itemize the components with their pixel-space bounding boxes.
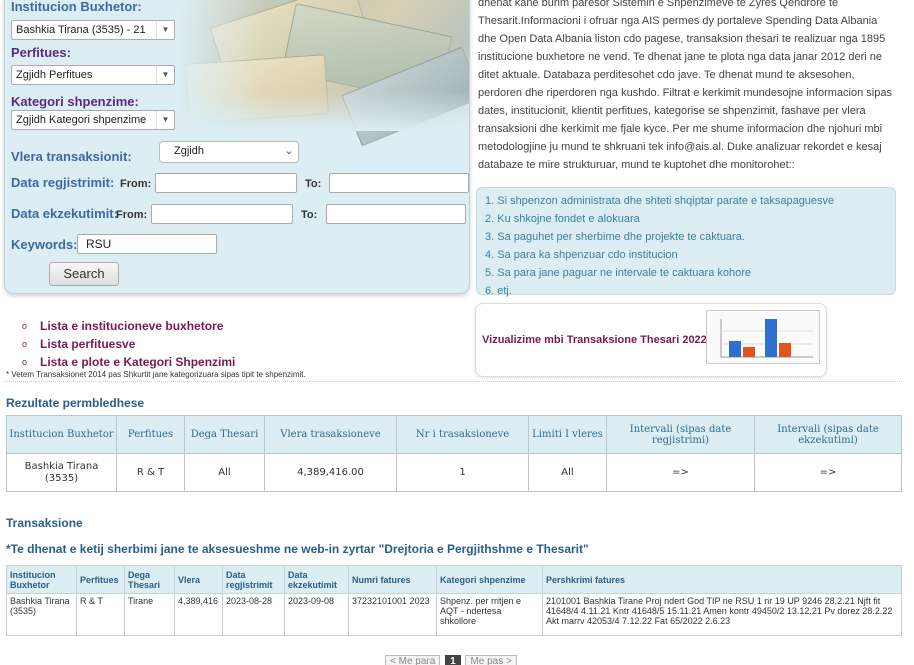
description-text: dhenat kane burim paresor Sistemin e Shp…: [478, 0, 892, 171]
institucion-select[interactable]: Bashkia Tirana (3535) - 21 ▼: [11, 20, 175, 40]
transactions-col-header: Perfitues: [76, 565, 125, 594]
search-button[interactable]: Search: [49, 262, 119, 286]
table-row: Bashkia Tirana (3535) R & T Tirane 4,389…: [6, 593, 902, 636]
institucion-select-value: Bashkia Tirana (3535) - 21: [16, 24, 146, 36]
keywords-label: Keywords:: [11, 237, 78, 252]
info-list-item: 6. etj.: [485, 285, 512, 297]
summary-cell: 4,389,416.00: [264, 453, 397, 492]
summary-col-header: Limiti I vleres: [528, 415, 607, 454]
transactions-col-header: Kategori shpenzime: [436, 565, 543, 594]
summary-col-header: Perfitues: [116, 415, 185, 454]
bar-chart-icon[interactable]: [706, 310, 820, 364]
summary-cell: =>: [754, 453, 902, 492]
transactions-cell: 2023-09-08: [284, 593, 349, 636]
vlera-select-value: Zgjidh: [174, 145, 204, 157]
summary-col-header: Intervali (sipas date ekzekutimi): [754, 415, 902, 454]
summary-cell: R & T: [116, 453, 185, 492]
summary-table: Institucion Buxhetor Perfitues Dega Thes…: [6, 415, 902, 492]
resource-links: Lista e institucioneve buxhetore Lista p…: [22, 317, 235, 371]
summary-heading: Rezultate permbledhese: [6, 396, 145, 410]
summary-col-header: Vlera trasaksioneve: [264, 415, 397, 454]
next-page-button[interactable]: Me pas >: [465, 655, 517, 665]
regjistrimit-from-label: From:: [120, 178, 152, 190]
transactions-cell: Bashkia Tirana (3535): [6, 593, 77, 636]
info-list-item: 2. Ku shkojne fondet e alokuara: [485, 213, 640, 225]
visualization-card[interactable]: Vizualizime mbi Transaksione Thesari 202…: [475, 303, 827, 377]
summary-col-header: Intervali (sipas date regjistrimi): [606, 415, 755, 454]
ekzekutimit-to-input[interactable]: [326, 204, 466, 224]
transactions-col-header: Data ekzekutimit: [284, 565, 349, 594]
summary-header-row: Institucion Buxhetor Perfitues Dega Thes…: [6, 415, 902, 454]
transactions-cell: 2101001 Bashkia Tirane Proj ndert God TI…: [542, 593, 902, 636]
data-regjistrimit-label: Data regjistrimit:: [11, 175, 115, 190]
info-list-item: 1. Si shpenzon administrata dhe shteti s…: [485, 195, 835, 207]
transactions-cell: Shpenz. per rritjen e AQT - ndertesa shk…: [436, 593, 543, 636]
transactions-col-header: Numri fatures: [348, 565, 437, 594]
transactions-cell: 4,389,416: [174, 593, 223, 636]
kategori-select-value: Zgjidh Kategori shpenzime: [16, 114, 147, 126]
vlera-select[interactable]: Zgjidh ⌄: [159, 141, 299, 163]
transactions-cell: 2023-08-28: [222, 593, 285, 636]
summary-col-header: Nr i trasaksioneve: [396, 415, 529, 454]
current-page[interactable]: 1: [445, 655, 461, 665]
chevron-down-icon: ▼: [156, 21, 174, 39]
divider: [4, 381, 902, 382]
info-list-item: 3. Sa paguhet per sherbime dhe projekte …: [485, 231, 745, 243]
summary-cell: All: [528, 453, 607, 492]
link-lista-perfituesve[interactable]: Lista perfituesve: [22, 335, 235, 353]
kategori-label: Kategori shpenzime:: [11, 94, 139, 109]
transactions-notice: *Te dhenat e ketij sherbimi jane te akse…: [6, 542, 589, 556]
summary-col-header: Institucion Buxhetor: [6, 415, 117, 454]
regjistrimit-from-input[interactable]: [155, 173, 297, 193]
chevron-down-icon: ⌄: [284, 145, 294, 157]
perfitues-label: Perfitues:: [11, 45, 71, 60]
transactions-heading: Transaksione: [6, 516, 83, 530]
regjistrimit-to-label: To:: [305, 178, 322, 190]
summary-cell: 1: [396, 453, 529, 492]
transactions-cell: R & T: [76, 593, 125, 636]
perfitues-select-value: Zgjidh Perfitues: [16, 69, 93, 81]
transactions-col-header: Vlera: [174, 565, 223, 594]
regjistrimit-to-input[interactable]: [329, 173, 469, 193]
keywords-input[interactable]: RSU: [77, 234, 217, 254]
search-panel: Institucion Buxhetor: Bashkia Tirana (35…: [4, 0, 470, 294]
link-lista-kategori[interactable]: Lista e plote e Kategori Shpenzimi: [22, 353, 235, 371]
pagination: < Me para 1 Me pas >: [385, 655, 519, 665]
data-ekzekutimit-label: Data ekzekutimit:: [11, 206, 118, 221]
chevron-down-icon: ▼: [156, 111, 174, 129]
ekzekutimit-from-label: From:: [116, 209, 148, 221]
summary-cell: Bashkia Tirana (3535): [6, 453, 117, 492]
transactions-table: Institucion Buxhetor Perfitues Dega Thes…: [6, 565, 902, 636]
institucion-label: Institucion Buxhetor:: [11, 0, 142, 14]
transactions-col-header: Institucion Buxhetor: [6, 565, 77, 594]
summary-cell: =>: [606, 453, 755, 492]
money-banner-image: [177, 0, 469, 147]
info-list-item: 4. Sa para ka shpenzuar cdo institucion: [485, 249, 678, 261]
transactions-cell: Tirane: [124, 593, 175, 636]
transactions-cell: 37232101001 2023: [348, 593, 437, 636]
info-list-item: 5. Sa para jane paguar ne intervale te c…: [485, 267, 752, 279]
chevron-down-icon: ▼: [156, 66, 174, 84]
vlera-label: Vlera transaksionit:: [11, 149, 132, 164]
kategori-select[interactable]: Zgjidh Kategori shpenzime ▼: [11, 110, 175, 130]
footnote: * Vetem Transaksionet 2014 pas Shkurtit …: [6, 370, 306, 379]
ekzekutimit-from-input[interactable]: [151, 204, 293, 224]
summary-col-header: Dega Thesari: [184, 415, 265, 454]
transactions-col-header: Pershkrimi fatures: [542, 565, 902, 594]
transactions-col-header: Dega Thesari: [124, 565, 175, 594]
transactions-col-header: Data regjistrimit: [222, 565, 285, 594]
perfitues-select[interactable]: Zgjidh Perfitues ▼: [11, 65, 175, 85]
info-list-box: 1. Si shpenzon administrata dhe shteti s…: [476, 187, 896, 297]
prev-page-button[interactable]: < Me para: [385, 655, 441, 665]
visualization-link[interactable]: Vizualizime mbi Transaksione Thesari 202…: [482, 334, 707, 346]
link-lista-institucioneve[interactable]: Lista e institucioneve buxhetore: [22, 317, 235, 335]
transactions-header-row: Institucion Buxhetor Perfitues Dega Thes…: [6, 565, 902, 594]
summary-cell: All: [184, 453, 265, 492]
ekzekutimit-to-label: To:: [301, 209, 318, 221]
summary-row: Bashkia Tirana (3535) R & T All 4,389,41…: [6, 453, 902, 492]
